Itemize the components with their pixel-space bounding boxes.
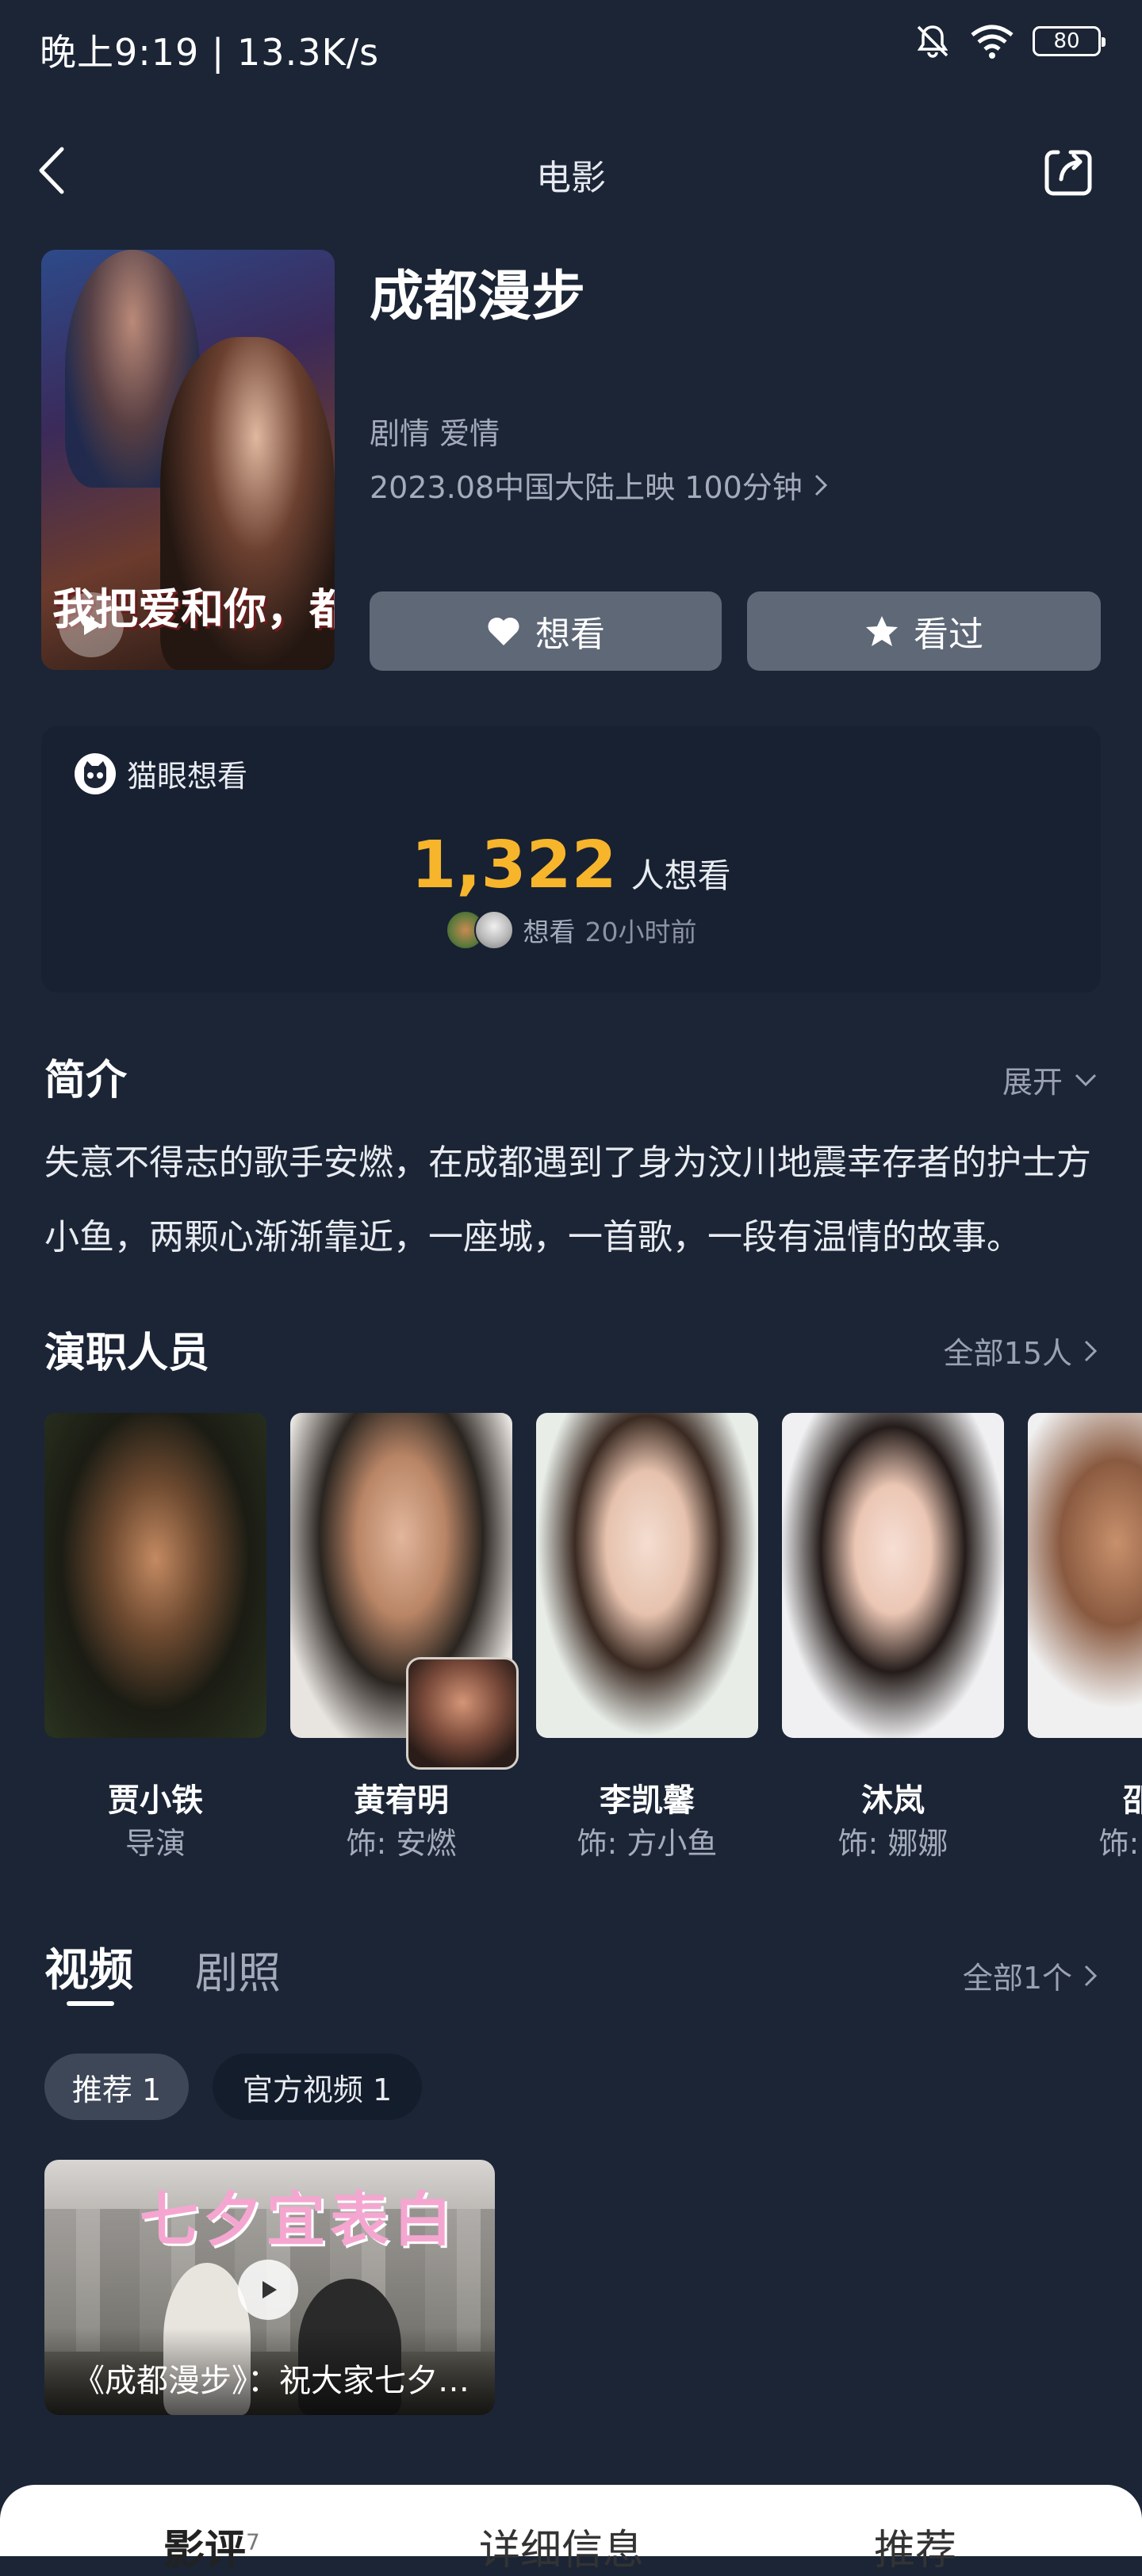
wifi-icon — [971, 25, 1014, 59]
brand-label: 猫眼想看 — [127, 759, 248, 794]
tab-reviews-count: 7 — [246, 2528, 260, 2555]
recent-want-time: 20小时前 — [584, 917, 697, 947]
expand-label: 展开 — [1002, 1065, 1063, 1100]
avatar — [473, 910, 514, 950]
video-caption: 《成都漫步》：祝大家七夕快乐 — [73, 2363, 469, 2399]
movie-title: 成都漫步 — [370, 266, 586, 328]
release-info[interactable]: 2023.08中国大陆上映 100分钟 — [370, 463, 828, 507]
tab-video[interactable]: 视频 — [44, 1935, 133, 1999]
cast-name: 沐岚 — [861, 1782, 925, 1819]
video-thumbnail-title: 七夕宜表白 — [140, 2186, 457, 2254]
intro-title: 简介 — [44, 1057, 128, 1104]
status-time: 晚上9:19 | 13.3K/s — [40, 31, 380, 74]
maoyan-cat-icon — [75, 752, 116, 794]
seen-label: 看过 — [914, 614, 983, 655]
video-all-label: 全部1个 — [962, 1961, 1072, 1996]
card-brand: 猫眼想看 — [75, 752, 247, 795]
want-label: 想看 — [535, 614, 605, 655]
watched-button[interactable]: 看过 — [747, 591, 1101, 671]
chevron-right-icon — [1084, 1340, 1098, 1361]
battery-level: 80 — [1053, 29, 1080, 53]
cast-photo — [1028, 1413, 1142, 1738]
cast-name: 贾小铁 — [108, 1782, 203, 1819]
share-icon — [1044, 150, 1092, 196]
bottom-tab-bar: 影评7 详细信息 推荐 — [0, 2485, 1142, 2574]
cast-role: 导演 — [125, 1826, 186, 1861]
cast-all-label: 全部15人 — [943, 1336, 1072, 1371]
intro-expand-button[interactable]: 展开 — [1002, 1058, 1098, 1101]
want-count-row: 1,322 人想看 — [41, 828, 1101, 903]
cast-all-button[interactable]: 全部15人 — [944, 1329, 1098, 1372]
video-all-button[interactable]: 全部1个 — [963, 1954, 1098, 1997]
video-card[interactable]: 七夕宜表白 《成都漫步》：祝大家七夕快乐 — [44, 2160, 495, 2415]
mute-bell-icon — [917, 25, 948, 58]
cast-role: 饰: 安燃 — [346, 1826, 457, 1861]
cast-title: 演职人员 — [44, 1330, 210, 1377]
want-count-label: 人想看 — [630, 856, 731, 895]
chevron-down-icon — [1075, 1074, 1097, 1086]
status-icons: 80 — [914, 22, 1106, 60]
want-count: 1,322 — [411, 828, 617, 903]
tab-reviews-label: 影评 — [163, 2527, 247, 2574]
cast-list[interactable]: 贾小铁 导演 黄宥明 饰: 安燃 李凯馨 饰: 方小鱼 沐岚 饰: 娜娜 邵 饰… — [44, 1413, 1142, 1873]
cast-member[interactable]: 黄宥明 饰: 安燃 — [290, 1413, 519, 1861]
page-title: 电影 — [536, 158, 606, 198]
play-icon — [84, 614, 102, 635]
video-play-button[interactable] — [238, 2260, 298, 2320]
cast-photo — [44, 1413, 266, 1738]
cast-role: 饰: 娜娜 — [837, 1826, 948, 1861]
filter-chip-official[interactable]: 官方视频 1 — [213, 2054, 422, 2120]
star-icon — [866, 616, 898, 646]
movie-genres: 剧情 爱情 — [370, 416, 500, 451]
heart-icon — [488, 617, 519, 645]
cast-member[interactable]: 沐岚 饰: 娜娜 — [782, 1413, 1004, 1861]
intro-text: 失意不得志的歌手安燃，在成都遇到了身为汶川地震幸存者的护士方小鱼，两颗心渐渐靠近… — [44, 1143, 1091, 1257]
battery-icon: 80 — [1033, 26, 1106, 56]
movie-poster[interactable]: 我把爱和你，都丢丢了 — [41, 250, 335, 670]
release-text: 2023.08中国大陆上映 100分钟 — [370, 470, 803, 505]
cast-photo — [782, 1413, 1004, 1738]
filter-chip-recommend[interactable]: 推荐 1 — [44, 2054, 189, 2120]
cast-member[interactable]: 邵 饰: 老 — [1028, 1413, 1142, 1861]
share-button[interactable] — [1039, 144, 1096, 201]
chevron-right-icon — [814, 474, 827, 496]
play-icon — [263, 2281, 277, 2298]
cast-photo — [536, 1413, 758, 1738]
cast-role: 饰: 方小鱼 — [577, 1826, 718, 1861]
recent-want-action: 想看 — [523, 917, 576, 947]
tab-reviews[interactable]: 影评7 — [163, 2517, 260, 2576]
want-to-watch-button[interactable]: 想看 — [370, 591, 722, 671]
character-thumbnail — [406, 1657, 519, 1770]
tab-stills[interactable]: 剧照 — [195, 1938, 281, 2000]
want-to-watch-card: 猫眼想看 1,322 人想看 想看 20小时前 — [41, 726, 1101, 993]
recent-want-row: 想看 20小时前 — [41, 910, 1101, 950]
cast-name: 李凯馨 — [600, 1782, 695, 1819]
cast-role: 饰: 老 — [1098, 1826, 1142, 1861]
poster-play-button[interactable] — [59, 592, 124, 657]
active-tab-indicator — [67, 2001, 114, 2006]
tab-detail[interactable]: 详细信息 — [479, 2517, 644, 2576]
cast-member[interactable]: 李凯馨 饰: 方小鱼 — [536, 1413, 758, 1861]
cast-name: 黄宥明 — [354, 1782, 449, 1819]
tab-recommend[interactable]: 推荐 — [874, 2517, 956, 2576]
chevron-right-icon — [1084, 1965, 1098, 1986]
cast-name: 邵 — [1123, 1782, 1142, 1819]
cast-member[interactable]: 贾小铁 导演 — [44, 1413, 266, 1861]
